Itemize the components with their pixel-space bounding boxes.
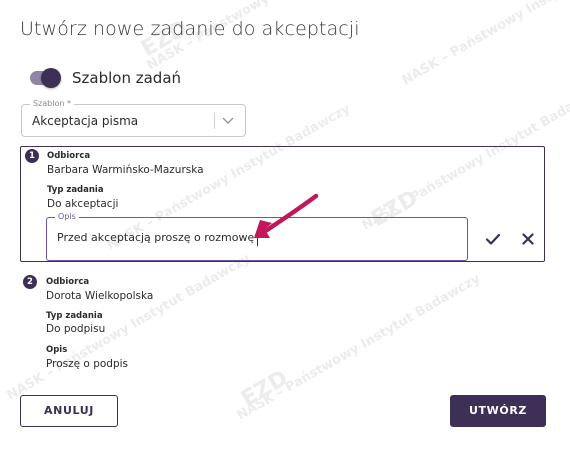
watermark-org: NASK – Państwowy Instytut Badawczy — [400, 0, 570, 88]
template-select[interactable]: Szablon * Akceptacja pisma — [21, 99, 246, 137]
select-divider — [214, 113, 215, 129]
cancel-button[interactable]: ANULUJ — [20, 395, 118, 427]
check-icon[interactable] — [484, 230, 502, 248]
select-value: Akceptacja pisma — [32, 114, 139, 128]
recipient-label: Odbiorca — [46, 277, 90, 287]
watermark-brand: EZD — [237, 366, 292, 412]
step-number-badge: 1 — [25, 149, 39, 163]
switch-label: Szablon zadań — [72, 69, 182, 87]
switch-track[interactable] — [30, 68, 61, 88]
task-type-label: Typ zadania — [46, 311, 103, 321]
recipient-value: Barbara Warmińsko-Mazurska — [47, 164, 204, 176]
text-caret — [257, 232, 258, 246]
chevron-down-icon[interactable] — [221, 116, 235, 126]
select-legend: Szablon * — [30, 99, 74, 109]
recipient-label: Odbiorca — [47, 151, 91, 161]
watermark-org: NASK – Państwowy Instytut Badawczy — [235, 271, 484, 423]
step-number-badge: 2 — [23, 275, 37, 289]
task-type-value: Do podpisu — [46, 323, 106, 335]
description-value: Proszę o podpis — [46, 358, 129, 370]
description-legend: Opis — [55, 212, 79, 222]
create-button[interactable]: UTWÓRZ — [450, 395, 546, 427]
task-type-label: Typ zadania — [47, 185, 104, 195]
dialog-title: Utwórz nowe zadanie do akceptacji — [20, 18, 360, 40]
template-switch[interactable]: Szablon zadań — [30, 68, 181, 88]
close-icon[interactable] — [519, 230, 537, 248]
switch-thumb[interactable] — [41, 68, 61, 88]
task-type-value: Do akceptacji — [47, 198, 119, 210]
watermark-org: NASK – Państwowy Instytut Badawczy — [5, 251, 254, 403]
description-input[interactable] — [57, 231, 452, 244]
recipient-value: Dorota Wielkopolska — [46, 290, 154, 302]
description-label: Opis — [46, 345, 68, 355]
